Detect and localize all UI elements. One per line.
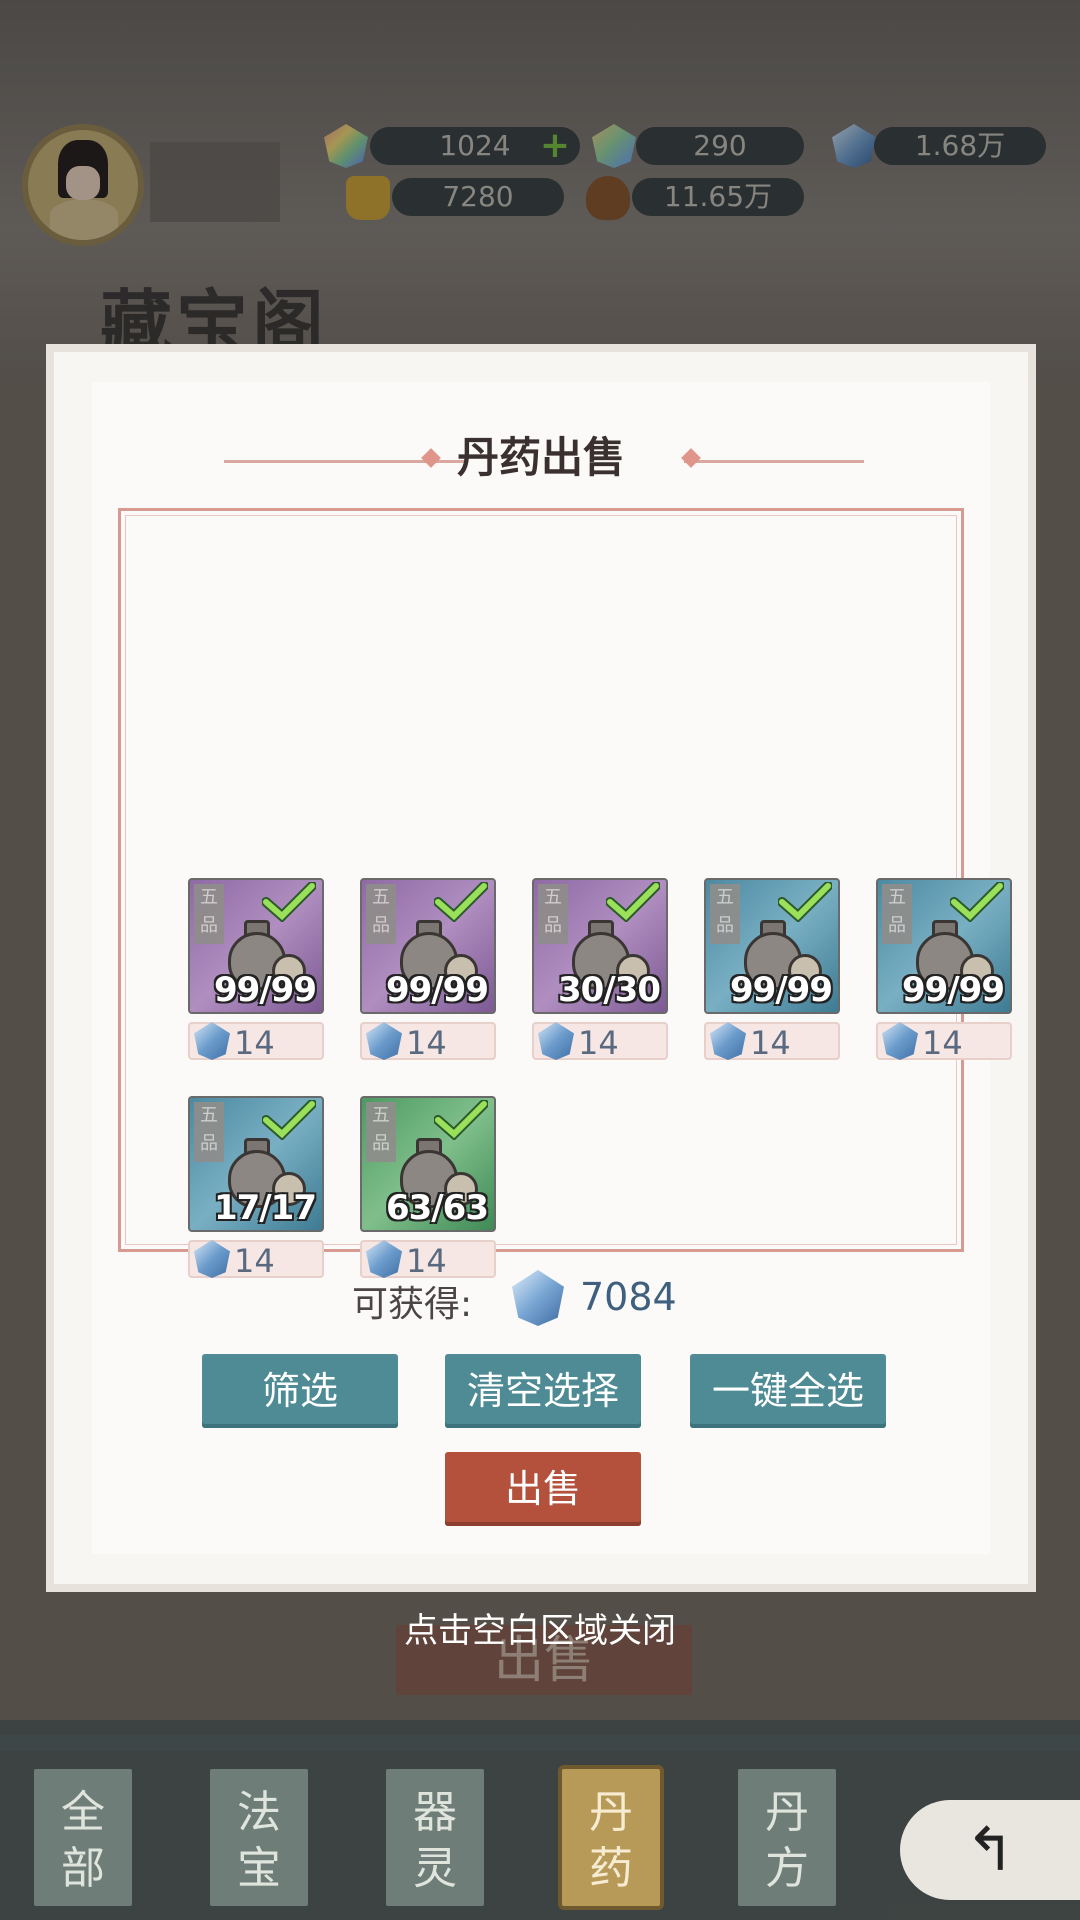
- pill-item[interactable]: 五品 99/99 14: [704, 878, 840, 1060]
- tab-4[interactable]: 丹方: [734, 1765, 840, 1910]
- spirit-stone-icon: [710, 1022, 746, 1060]
- item-price-value: 14: [406, 1242, 447, 1280]
- item-price: 14: [188, 1022, 324, 1060]
- item-count: 63/63: [385, 1188, 489, 1228]
- spirit-stone-icon: [538, 1022, 574, 1060]
- checkmark-icon: [950, 882, 1004, 922]
- pill-item-card[interactable]: 五品 99/99: [188, 878, 324, 1014]
- item-price: 14: [876, 1022, 1012, 1060]
- grade-tag: 五品: [194, 884, 224, 944]
- gain-value: 7084: [580, 1275, 677, 1319]
- item-count: 30/30: [557, 970, 661, 1010]
- item-price: 14: [532, 1022, 668, 1060]
- item-count: 99/99: [385, 970, 489, 1010]
- pill-item[interactable]: 五品 30/30 14: [532, 878, 668, 1060]
- item-price: 14: [188, 1240, 324, 1278]
- grade-tag: 五品: [882, 884, 912, 944]
- back-button[interactable]: ↰: [900, 1800, 1080, 1900]
- item-count: 99/99: [901, 970, 1005, 1010]
- checkmark-icon: [434, 1100, 488, 1140]
- item-count: 99/99: [729, 970, 833, 1010]
- spirit-stone-icon: [366, 1240, 402, 1278]
- gain-label: 可获得:: [352, 1284, 473, 1325]
- sell-button[interactable]: 出售: [445, 1452, 641, 1526]
- pill-item-card[interactable]: 五品 63/63: [360, 1096, 496, 1232]
- tab-0[interactable]: 全部: [30, 1765, 136, 1910]
- sell-dialog: 丹药出售 五品 99/99 14 五品 99/99 14 五品 30/30 14 五品 99/99 1…: [54, 352, 1028, 1584]
- item-price-value: 14: [406, 1024, 447, 1062]
- pill-item[interactable]: 五品 99/99 14: [876, 878, 1012, 1060]
- close-hint: 点击空白区域关闭: [404, 1611, 676, 1651]
- item-price-value: 14: [234, 1024, 275, 1062]
- item-price-value: 14: [922, 1024, 963, 1062]
- grade-tag: 五品: [538, 884, 568, 944]
- grade-tag: 五品: [366, 884, 396, 944]
- checkmark-icon: [262, 882, 316, 922]
- item-price-value: 14: [234, 1242, 275, 1280]
- tab-2[interactable]: 器灵: [382, 1765, 488, 1910]
- checkmark-icon: [262, 1100, 316, 1140]
- checkmark-icon: [778, 882, 832, 922]
- spirit-stone-icon: [194, 1240, 230, 1278]
- checkmark-icon: [606, 882, 660, 922]
- filter-button[interactable]: 筛选: [202, 1354, 398, 1428]
- pill-item-card[interactable]: 五品 99/99: [876, 878, 1012, 1014]
- spirit-stone-icon: [194, 1022, 230, 1060]
- item-price-value: 14: [750, 1024, 791, 1062]
- tab-1[interactable]: 法宝: [206, 1765, 312, 1910]
- tab-strip: [0, 1735, 1080, 1751]
- spirit-stone-icon: [882, 1022, 918, 1060]
- grade-tag: 五品: [194, 1102, 224, 1162]
- pill-item[interactable]: 五品 99/99 14: [360, 878, 496, 1060]
- grade-tag: 五品: [710, 884, 740, 944]
- pill-item-card[interactable]: 五品 30/30: [532, 878, 668, 1014]
- item-price: 14: [360, 1022, 496, 1060]
- pill-item-card[interactable]: 五品 99/99: [704, 878, 840, 1014]
- item-count: 99/99: [213, 970, 317, 1010]
- pill-item-card[interactable]: 五品 17/17: [188, 1096, 324, 1232]
- item-price: 14: [704, 1022, 840, 1060]
- dialog-title: 丹药出售: [456, 433, 625, 482]
- pill-item[interactable]: 五品 63/63 14: [360, 1096, 496, 1278]
- item-count: 17/17: [213, 1188, 317, 1228]
- select-all-button[interactable]: 一键全选: [690, 1354, 886, 1428]
- item-price: 14: [360, 1240, 496, 1278]
- pill-item[interactable]: 五品 17/17 14: [188, 1096, 324, 1278]
- item-price-value: 14: [578, 1024, 619, 1062]
- grade-tag: 五品: [366, 1102, 396, 1162]
- spirit-stone-icon: [366, 1022, 402, 1060]
- pill-item-card[interactable]: 五品 99/99: [360, 878, 496, 1014]
- clear-selection-button[interactable]: 清空选择: [445, 1354, 641, 1428]
- checkmark-icon: [434, 882, 488, 922]
- pill-item[interactable]: 五品 99/99 14: [188, 878, 324, 1060]
- tab-3[interactable]: 丹药: [558, 1765, 664, 1910]
